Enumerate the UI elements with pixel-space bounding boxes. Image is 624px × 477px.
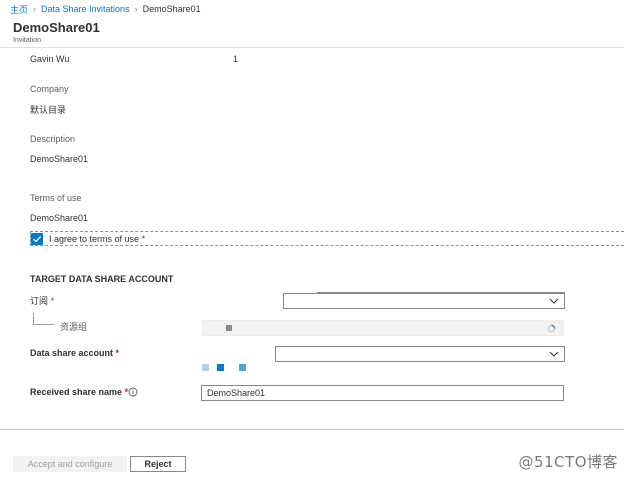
description-label: Description: [30, 134, 76, 144]
sender-name: Gavin Wu: [30, 54, 70, 64]
resource-group-label: 资源组: [60, 322, 88, 332]
info-icon[interactable]: [128, 387, 138, 397]
agree-terms-row[interactable]: I agree to terms of use *: [30, 231, 624, 246]
header-divider: [0, 47, 624, 48]
data-share-account-label: Data share account *: [30, 348, 120, 358]
accept-and-configure-button[interactable]: Accept and configure: [13, 456, 127, 472]
page-title: DemoShare01: [13, 20, 100, 35]
breadcrumb: 主页 › Data Share Invitations › DemoShare0…: [10, 3, 201, 15]
subscription-dropdown[interactable]: [283, 293, 565, 309]
page-subtitle: Invitation: [13, 37, 42, 44]
loading-spinner-icon: [547, 324, 556, 333]
terms-value: DemoShare01: [30, 213, 89, 223]
footer-divider: [0, 429, 624, 430]
company-value: 默认目录: [30, 105, 67, 115]
watermark: @51CTO博客: [518, 453, 618, 471]
loading-placeholder-icon: [226, 325, 232, 331]
breadcrumb-current: DemoShare01: [142, 4, 201, 14]
breadcrumb-home-link[interactable]: 主页: [10, 3, 28, 16]
chevron-down-icon: [549, 298, 559, 304]
company-label: Company: [30, 84, 69, 94]
chevron-down-icon: [549, 351, 559, 357]
received-share-name-input[interactable]: [201, 385, 564, 401]
sender-count: 1: [233, 54, 239, 64]
breadcrumb-invitations-link[interactable]: Data Share Invitations: [41, 4, 130, 14]
received-share-name-label: Received share name *: [30, 387, 129, 397]
terms-label: Terms of use: [30, 193, 82, 203]
loading-dots-icon: [202, 364, 246, 371]
agree-terms-checkbox[interactable]: [31, 232, 43, 245]
subscription-label: 订阅 *: [30, 296, 55, 306]
agree-terms-label[interactable]: I agree to terms of use *: [49, 234, 145, 244]
data-share-account-dropdown[interactable]: [275, 346, 565, 362]
chevron-right-icon: ›: [134, 4, 138, 14]
description-value: DemoShare01: [30, 154, 89, 164]
checkmark-icon: [33, 235, 42, 243]
tree-connector: [33, 313, 54, 325]
reject-button[interactable]: Reject: [130, 456, 186, 472]
target-section-title: TARGET DATA SHARE ACCOUNT: [30, 274, 174, 284]
chevron-right-icon: ›: [33, 4, 37, 14]
resource-group-dropdown-loading[interactable]: [202, 320, 564, 336]
